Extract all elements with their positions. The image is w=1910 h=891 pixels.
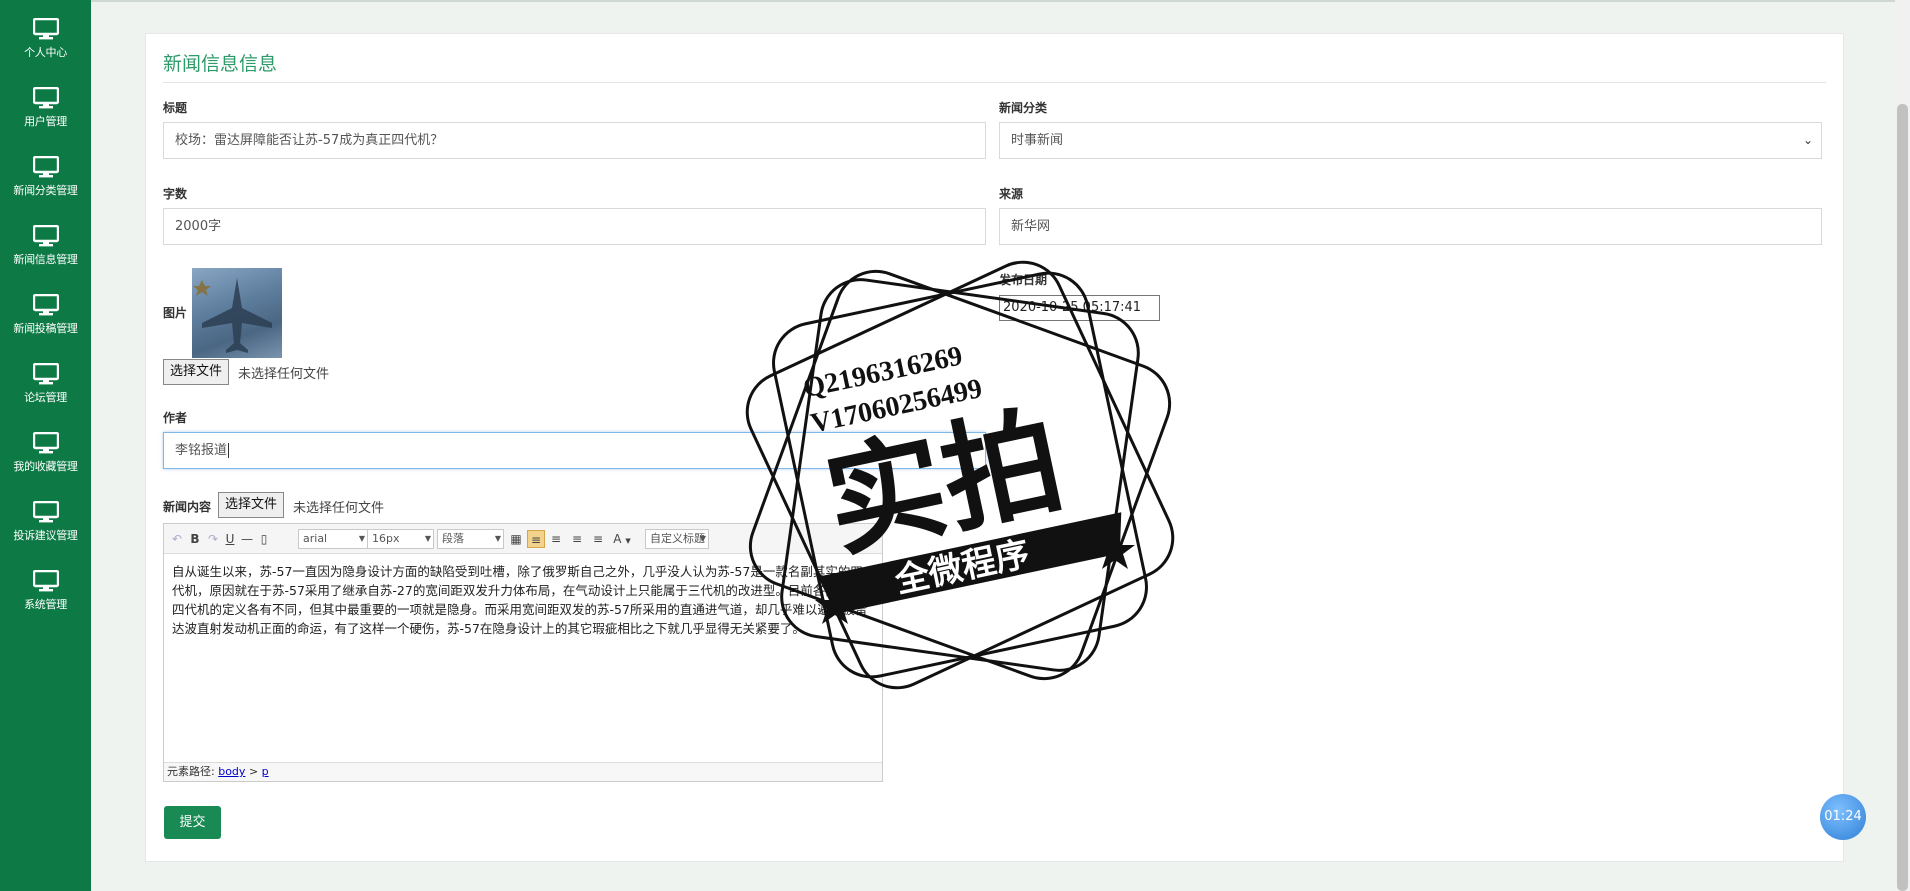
monitor-icon	[32, 501, 59, 523]
news-image-thumbnail	[192, 268, 282, 358]
sidebar-item-label: 新闻投稿管理	[13, 322, 78, 335]
chevron-down-icon: ▼	[358, 534, 365, 543]
align-justify-icon[interactable]: ≡	[590, 530, 606, 548]
monitor-icon	[32, 87, 59, 109]
title-input[interactable]: 校场：雷达屏障能否让苏-57成为真正四代机？	[163, 122, 986, 159]
align-right-icon[interactable]: ≡	[548, 530, 564, 548]
align-left-icon[interactable]: ≡	[527, 530, 545, 548]
element-path-body-link[interactable]: body	[218, 765, 245, 778]
sidebar-item-label: 个人中心	[24, 46, 67, 59]
watermark-stamp: Q2196316269 V17060256499 实拍 全微程序	[745, 260, 1175, 690]
sidebar-item-label: 新闻分类管理	[13, 184, 78, 197]
chevron-down-icon: ▼	[494, 534, 501, 543]
monitor-icon	[32, 156, 59, 178]
sidebar-item-label: 用户管理	[24, 115, 67, 128]
element-path-separator: >	[248, 765, 259, 778]
image-choose-file-button[interactable]: 选择文件	[163, 359, 230, 385]
paste-icon[interactable]: ▯	[257, 530, 271, 548]
scrollbar[interactable]	[1895, 0, 1910, 891]
author-value: 李铭报道	[175, 443, 228, 458]
sidebar-item-personal-center[interactable]: 个人中心	[0, 0, 91, 69]
chevron-down-icon: ⌄	[1802, 133, 1813, 147]
source-input[interactable]: 新华网	[999, 208, 1822, 245]
submit-button[interactable]: 提交	[164, 806, 221, 839]
sidebar-item-forum[interactable]: 论坛管理	[0, 345, 91, 414]
top-divider	[91, 0, 1910, 2]
text-cursor	[228, 443, 230, 458]
font-size-value: 16px	[372, 532, 400, 545]
timer-badge[interactable]: 01:24	[1820, 794, 1866, 840]
sidebar-item-user-management[interactable]: 用户管理	[0, 69, 91, 138]
monitor-icon	[32, 294, 59, 316]
sidebar-item-label: 我的收藏管理	[13, 460, 78, 473]
sidebar-item-news-category[interactable]: 新闻分类管理	[0, 138, 91, 207]
sidebar: 个人中心 用户管理 新闻分类管理 新闻信息管理 新闻投稿管理 论坛管理 我的收藏…	[0, 0, 91, 891]
divider	[163, 82, 1826, 83]
category-label: 新闻分类	[999, 101, 1048, 115]
element-path-bar: 元素路径: body > p	[164, 762, 882, 781]
title-label: 标题	[163, 101, 188, 115]
image-label: 图片	[163, 306, 188, 320]
content-label: 新闻内容	[163, 500, 212, 514]
font-family-value: arial	[303, 532, 328, 545]
author-label: 作者	[163, 411, 188, 425]
sidebar-item-label: 投诉建议管理	[13, 529, 78, 542]
font-family-select[interactable]: arial ▼	[298, 529, 368, 549]
undo-icon[interactable]: ↶	[170, 530, 184, 548]
sidebar-item-news-submission[interactable]: 新闻投稿管理	[0, 276, 91, 345]
sidebar-item-favorites[interactable]: 我的收藏管理	[0, 414, 91, 483]
redo-icon[interactable]: ↷	[206, 530, 220, 548]
monitor-icon	[32, 432, 59, 454]
content-file-status: 未选择任何文件	[293, 501, 385, 516]
paragraph-select[interactable]: 段落 ▼	[437, 529, 504, 549]
horizontal-rule-icon[interactable]: —	[240, 530, 254, 548]
table-icon[interactable]: ▦	[508, 530, 524, 548]
font-size-select[interactable]: 16px ▼	[367, 529, 434, 549]
category-select[interactable]: 时事新闻 ⌄	[999, 122, 1822, 159]
sidebar-item-label: 系统管理	[24, 598, 67, 611]
monitor-icon	[32, 225, 59, 247]
sidebar-item-system[interactable]: 系统管理	[0, 552, 91, 621]
element-path-label: 元素路径:	[167, 765, 215, 778]
chevron-down-icon: ▼	[699, 534, 706, 543]
custom-title-value: 自定义标题	[650, 532, 705, 545]
underline-icon[interactable]: U	[223, 530, 237, 548]
monitor-icon	[32, 18, 59, 40]
chevron-down-icon: ▼	[424, 534, 431, 543]
monitor-icon	[32, 570, 59, 592]
scrollbar-thumb[interactable]	[1897, 104, 1908, 891]
paragraph-value: 段落	[442, 532, 464, 545]
custom-title-select[interactable]: 自定义标题 ▼	[645, 529, 709, 549]
sidebar-item-label: 论坛管理	[24, 391, 67, 404]
sidebar-item-complaints[interactable]: 投诉建议管理	[0, 483, 91, 552]
bold-icon[interactable]: B	[188, 530, 202, 548]
content-choose-file-button[interactable]: 选择文件	[218, 492, 285, 518]
category-value: 时事新闻	[1011, 133, 1064, 148]
wordcount-label: 字数	[163, 187, 188, 201]
sidebar-item-label: 新闻信息管理	[13, 253, 78, 266]
jet-image	[193, 278, 272, 353]
source-label: 来源	[999, 187, 1024, 201]
align-center-icon[interactable]: ≡	[569, 530, 585, 548]
image-file-status: 未选择任何文件	[238, 367, 330, 382]
sidebar-item-news-info[interactable]: 新闻信息管理	[0, 207, 91, 276]
element-path-p-link[interactable]: p	[262, 765, 269, 778]
wordcount-input[interactable]: 2000字	[163, 208, 986, 245]
page-title: 新闻信息信息	[163, 53, 278, 75]
font-color-icon[interactable]: A ▼	[612, 530, 632, 548]
monitor-icon	[32, 363, 59, 385]
